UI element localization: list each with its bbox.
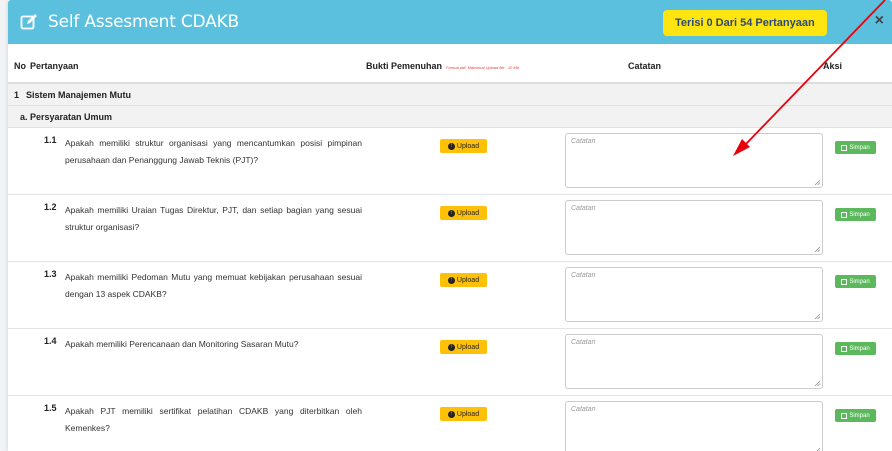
save-button[interactable]: Simpan	[835, 275, 876, 288]
save-icon	[841, 144, 848, 151]
self-assessment-modal: Self Assesment CDAKB Terisi 0 Dari 54 Pe…	[8, 0, 892, 451]
modal-title: Self Assesment CDAKB	[48, 12, 239, 32]
section-row: 1 Sistem Manajemen Mutu	[8, 84, 892, 106]
upload-icon: ↑	[447, 343, 455, 351]
col-action: Aksi	[823, 61, 843, 71]
upload-button[interactable]: ↑ Upload	[440, 273, 487, 287]
close-button[interactable]: ×	[875, 12, 884, 30]
col-question: Pertanyaan	[30, 61, 79, 71]
upload-icon: ↑	[447, 142, 455, 150]
save-label: Simpan	[849, 345, 870, 352]
question-text: Apakah memiliki Perencanaan dan Monitori…	[65, 339, 299, 349]
question-number: 1.2	[44, 202, 57, 212]
edit-icon	[20, 14, 37, 30]
save-icon	[841, 345, 848, 352]
question-number: 1.4	[44, 336, 57, 346]
question-number: 1.3	[44, 269, 57, 279]
counter-suffix: Dari 54 Pertanyaan	[715, 17, 815, 29]
upload-button[interactable]: ↑ Upload	[440, 340, 487, 354]
upload-label: Upload	[456, 343, 480, 351]
save-label: Simpan	[849, 144, 870, 151]
col-evidence: Bukti Pemenuhan Format pdf, Maksimal Uplo…	[366, 61, 519, 71]
save-button[interactable]: Simpan	[835, 342, 876, 355]
subsection-row: a. Persyaratan Umum	[8, 106, 892, 128]
resize-grip-icon[interactable]	[814, 179, 820, 185]
col-evidence-label: Bukti Pemenuhan	[366, 61, 443, 71]
question-text: Apakah memiliki Pedoman Mutu yang memuat…	[65, 272, 362, 299]
upload-label: Upload	[456, 276, 480, 284]
subsection-title: a. Persyaratan Umum	[20, 111, 113, 122]
upload-label: Upload	[456, 142, 480, 150]
modal-header: Self Assesment CDAKB Terisi 0 Dari 54 Pe…	[8, 0, 892, 44]
save-label: Simpan	[849, 412, 870, 419]
resize-grip-icon[interactable]	[814, 380, 820, 386]
upload-icon: ↑	[447, 276, 455, 284]
question-text: Apakah memiliki Uraian Tugas Direktur, P…	[65, 205, 362, 232]
notes-input[interactable]	[565, 133, 823, 188]
resize-grip-icon[interactable]	[814, 313, 820, 319]
save-icon	[841, 211, 848, 218]
question-list: 1.1 Apakah memiliki struktur organisasi …	[8, 128, 892, 451]
notes-input[interactable]	[565, 334, 823, 389]
col-no: No	[14, 61, 26, 71]
question-row: 1.2 Apakah memiliki Uraian Tugas Direktu…	[8, 195, 892, 262]
question-text: Apakah memiliki struktur organisasi yang…	[65, 138, 362, 165]
save-button[interactable]: Simpan	[835, 409, 876, 422]
question-number: 1.1	[44, 135, 57, 145]
resize-grip-icon[interactable]	[814, 246, 820, 252]
question-text: Apakah PJT memiliki sertifikat pelatihan…	[65, 406, 362, 433]
question-row: 1.3 Apakah memiliki Pedoman Mutu yang me…	[8, 262, 892, 329]
upload-label: Upload	[456, 410, 480, 418]
col-evidence-hint: Format pdf, Maksimal Upload file : 10 Mb	[446, 65, 519, 70]
save-icon	[841, 412, 848, 419]
save-button[interactable]: Simpan	[835, 141, 876, 154]
save-label: Simpan	[849, 211, 870, 218]
save-button[interactable]: Simpan	[835, 208, 876, 221]
question-row: 1.5 Apakah PJT memiliki sertifikat pelat…	[8, 396, 892, 451]
upload-icon: ↑	[447, 410, 455, 418]
table-header: No Pertanyaan Bukti Pemenuhan Format pdf,…	[8, 44, 892, 84]
counter-prefix: Terisi	[675, 17, 704, 29]
notes-input[interactable]	[565, 401, 823, 451]
notes-input[interactable]	[565, 200, 823, 255]
section-title: Sistem Manajemen Mutu	[26, 89, 132, 100]
upload-label: Upload	[456, 209, 480, 217]
question-row: 1.1 Apakah memiliki struktur organisasi …	[8, 128, 892, 195]
question-row: 1.4 Apakah memiliki Perencanaan dan Moni…	[8, 329, 892, 396]
upload-button[interactable]: ↑ Upload	[440, 139, 487, 153]
progress-badge: Terisi 0 Dari 54 Pertanyaan	[663, 10, 827, 36]
section-number: 1	[14, 89, 20, 100]
resize-grip-icon[interactable]	[814, 447, 820, 451]
upload-button[interactable]: ↑ Upload	[440, 407, 487, 421]
save-icon	[841, 278, 848, 285]
question-number: 1.5	[44, 403, 57, 413]
upload-icon: ↑	[447, 209, 455, 217]
save-label: Simpan	[849, 278, 870, 285]
notes-input[interactable]	[565, 267, 823, 322]
upload-button[interactable]: ↑ Upload	[440, 206, 487, 220]
counter-filled: 0	[706, 17, 713, 29]
col-notes: Catatan	[628, 61, 662, 71]
